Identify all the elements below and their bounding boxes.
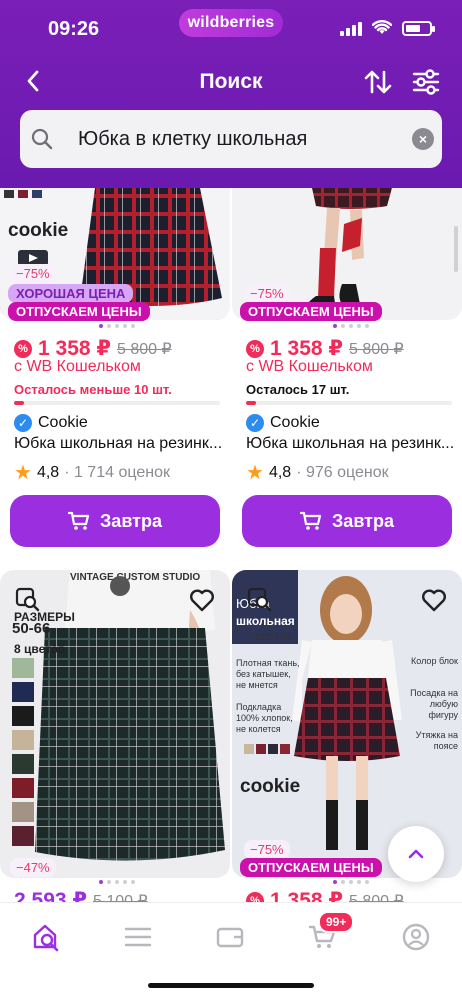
photo-brand-text: cookie [8,220,68,241]
old-price: 5 800 ₽ [349,340,404,358]
release-badge: ОТПУСКАЕМ ЦЕНЫ [240,858,382,877]
photo-feature: Колор блок [411,656,458,666]
scroll-to-top-button[interactable] [388,826,444,882]
star-icon: ★ [246,462,264,484]
wallet-note: с WB Кошельком [246,358,373,375]
old-price: 5 800 ₽ [117,340,172,358]
photo-pager [99,324,135,328]
discount-badge: −75% [244,840,290,859]
nav-catalog[interactable] [118,917,158,957]
good-price-badge: ХОРОШАЯ ЦЕНА [8,284,134,303]
clear-search-button[interactable]: × [412,128,434,150]
battery-icon [402,20,435,36]
brand-name: Cookie [38,414,88,431]
add-to-cart-label: Завтра [332,510,394,531]
brand-row[interactable]: ✓ Cookie [246,414,320,432]
photo-feature: Плотная ткань, без катышек, не мнется [236,658,300,690]
product-card[interactable]: −75% ОТПУСКАЕМ ЦЕНЫ % 1 358 ₽ 5 800 ₽ с … [232,188,462,568]
menu-icon [124,927,152,947]
discount-badge: −47% [10,858,56,877]
scrollbar[interactable] [454,226,458,272]
search-query: Юбка в клетку школьная [78,128,308,150]
rating: ★ 4,8 · 1 714 оценок [14,460,170,485]
nav-home[interactable] [26,917,66,957]
wallet-icon: % [246,339,264,358]
cart-icon [68,511,90,530]
photo-pager [99,880,135,884]
verified-icon: ✓ [246,414,264,432]
add-to-cart-button[interactable]: Завтра [242,495,452,547]
add-to-cart-button[interactable]: Завтра [10,495,220,547]
brand-logo: wildberries [179,9,283,37]
home-indicator [148,983,314,988]
product-card[interactable]: cookie −75% ХОРОШАЯ ЦЕНА ОТПУСКАЕМ ЦЕНЫ … [0,188,230,568]
discount-badge: −75% [244,284,290,303]
sizes-range: 50-66 [12,620,51,637]
cart-count-badge: 99+ [318,911,355,933]
filter-button[interactable] [410,66,442,98]
wifi-icon [372,20,392,34]
status-icons [340,20,435,36]
review-count: · 1 714 оценок [64,463,170,481]
photo-feature: Посадка на любую фигуру [410,688,458,720]
photo-pager [333,880,369,884]
stock-text: Осталось меньше 10 шт. [14,382,172,397]
nav-wallet[interactable] [210,917,250,957]
signal-icon [340,20,362,36]
sort-icon [364,70,392,94]
product-name: Юбка школьная на резинк... [14,435,223,452]
home-search-icon [33,924,59,952]
rating: ★ 4,8 · 976 оценок [246,460,389,485]
stock-bar [246,401,452,405]
heart-icon[interactable] [188,586,216,614]
photo-feature: Утяжка на поясе [415,730,458,751]
sort-button[interactable] [362,66,394,98]
photo-size: 122-170 [254,632,291,643]
wallet-icon: % [14,339,32,358]
release-badge: ОТПУСКАЕМ ЦЕНЫ [8,302,150,321]
photo-feature: Подкладка 100% хлопок, не колется [236,702,293,734]
product-name: Юбка школьная на резинк... [246,435,455,452]
product-photo[interactable]: VINTAGE CUSTOM STUDIO РАЗМЕРЫ 50-66 8 цв… [0,570,230,878]
rating-value: 4,8 [36,463,60,481]
chevron-up-icon [408,849,424,859]
rating-value: 4,8 [268,463,292,481]
photo-brand-text: cookie [240,776,300,797]
stock-text: Осталось 17 шт. [246,382,350,397]
product-card[interactable]: VINTAGE CUSTOM STUDIO РАЗМЕРЫ 50-66 8 цв… [0,570,230,912]
wallet-nav-icon [216,927,244,948]
search-icon [31,128,53,150]
search-input[interactable]: Юбка в клетку школьная × [20,110,442,168]
release-badge: ОТПУСКАЕМ ЦЕНЫ [240,302,382,321]
photo-subtitle: школьная [236,614,295,628]
wallet-note: с WB Кошельком [14,358,141,375]
colors-count: 8 цветов [14,642,66,656]
verified-icon: ✓ [14,414,32,432]
profile-icon [402,923,430,951]
similar-search-icon[interactable] [14,586,42,614]
star-icon: ★ [14,462,32,484]
similar-search-icon[interactable] [246,586,274,614]
brand-name: Cookie [270,414,320,431]
nav-profile[interactable] [396,917,436,957]
status-time: 09:26 [48,18,100,40]
discount-badge: −75% [10,264,56,283]
add-to-cart-label: Завтра [100,510,162,531]
photo-pager [333,324,369,328]
header: 09:26 wildberries Поиск Юбка в клетку шк… [0,0,462,188]
filter-icon [412,69,440,95]
brand-row[interactable]: ✓ Cookie [14,414,88,432]
photo-shirt-text: VINTAGE CUSTOM STUDIO [70,572,200,583]
cart-icon [300,511,322,530]
heart-icon[interactable] [420,586,448,614]
stock-bar [14,401,220,405]
review-count: · 976 оценок [296,463,389,481]
